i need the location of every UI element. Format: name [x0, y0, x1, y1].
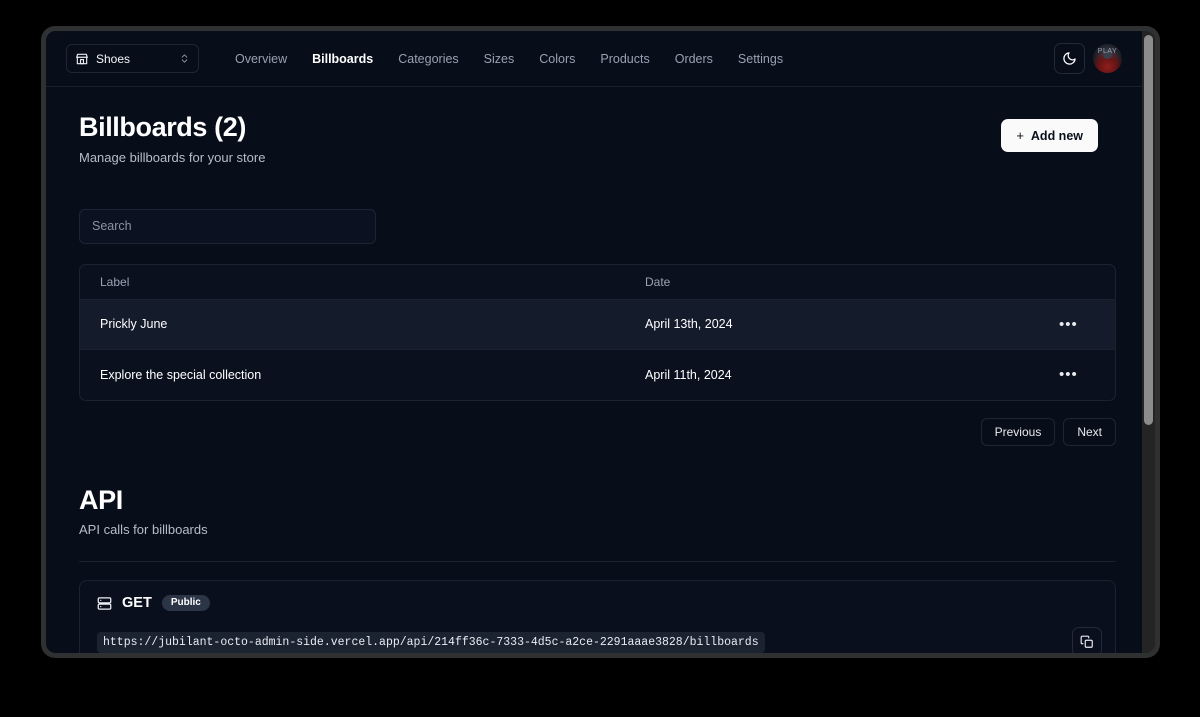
nav-link-orders[interactable]: Orders: [675, 52, 713, 66]
api-method: GET: [122, 595, 152, 612]
search-row: [79, 208, 1098, 244]
avatar-caption: PLAY: [1097, 48, 1118, 55]
cell-actions: •••: [1045, 363, 1095, 386]
navbar-right-actions: PLAY: [1054, 43, 1122, 74]
cell-label: Explore the special collection: [100, 367, 262, 382]
api-url: https://jubilant-octo-admin-side.vercel.…: [97, 632, 765, 653]
browser-window-content: Shoes Overview Billboards Categories Siz…: [46, 31, 1155, 653]
cell-label: Prickly June: [100, 317, 168, 332]
nav-link-categories[interactable]: Categories: [398, 52, 458, 66]
page-subtitle: Manage billboards for your store: [79, 149, 266, 165]
api-title: API: [79, 484, 123, 515]
next-page-button[interactable]: Next: [1063, 417, 1116, 446]
main-nav: Overview Billboards Categories Sizes Col…: [235, 52, 783, 66]
pagination: Previous Next: [79, 417, 1116, 446]
copy-url-button[interactable]: [1072, 627, 1102, 653]
theme-toggle-button[interactable]: [1054, 43, 1085, 74]
add-new-label: Add new: [1030, 128, 1083, 143]
chevrons-up-down-icon: [179, 53, 190, 64]
api-card-header: GET Public: [97, 595, 1098, 612]
server-icon: [97, 596, 112, 611]
billboards-title-block: Billboards (2) Manage billboards for you…: [79, 112, 266, 165]
store-switcher-value: Shoes: [96, 51, 131, 66]
column-header-label: Label: [100, 274, 130, 289]
nav-link-overview[interactable]: Overview: [235, 52, 287, 66]
table-header-row: Label Date: [80, 265, 1115, 300]
api-badge: Public: [161, 595, 210, 612]
nav-link-products[interactable]: Products: [600, 52, 649, 66]
nav-link-sizes[interactable]: Sizes: [484, 52, 515, 66]
add-new-button[interactable]: + Add new: [1001, 119, 1098, 152]
billboards-table: Label Date Prickly June April 13th, 2024…: [79, 263, 1116, 401]
api-card-body: https://jubilant-octo-admin-side.vercel.…: [97, 632, 1098, 653]
page-title: Billboards (2): [79, 112, 246, 142]
api-section: API API calls for billboards GET Public …: [79, 484, 1116, 653]
copy-icon: [1080, 635, 1094, 649]
page-content: Billboards (2) Manage billboards for you…: [46, 87, 1142, 653]
moon-icon: [1062, 51, 1077, 66]
row-actions-menu-button[interactable]: •••: [1053, 363, 1084, 386]
api-divider: [79, 561, 1116, 563]
api-subtitle: API calls for billboards: [79, 522, 208, 538]
nav-link-billboards[interactable]: Billboards: [312, 52, 373, 66]
row-actions-menu-button[interactable]: •••: [1053, 313, 1084, 336]
vertical-scrollbar-track[interactable]: [1142, 31, 1155, 653]
table-row[interactable]: Prickly June April 13th, 2024 •••: [80, 299, 1115, 350]
nav-link-colors[interactable]: Colors: [539, 52, 575, 66]
cell-date: April 13th, 2024: [645, 317, 733, 332]
column-header-date: Date: [645, 274, 671, 289]
store-icon: [75, 52, 89, 66]
vertical-scrollbar-thumb[interactable]: [1144, 35, 1153, 425]
nav-link-settings[interactable]: Settings: [738, 52, 783, 66]
api-card: GET Public https://jubilant-octo-admin-s…: [79, 580, 1116, 653]
cell-date: April 11th, 2024: [645, 367, 732, 382]
billboards-header: Billboards (2) Manage billboards for you…: [79, 112, 1098, 165]
cell-actions: •••: [1045, 313, 1095, 336]
plus-icon: +: [1016, 128, 1024, 143]
search-input[interactable]: [79, 208, 376, 244]
previous-page-button[interactable]: Previous: [980, 417, 1056, 446]
table-row[interactable]: Explore the special collection April 11t…: [80, 350, 1115, 400]
page-viewport: Shoes Overview Billboards Categories Siz…: [46, 31, 1142, 653]
top-navigation-bar: Shoes Overview Billboards Categories Siz…: [46, 31, 1142, 87]
browser-window-frame: Shoes Overview Billboards Categories Siz…: [41, 26, 1160, 658]
store-switcher-button[interactable]: Shoes: [66, 44, 199, 73]
avatar[interactable]: PLAY: [1093, 44, 1122, 73]
